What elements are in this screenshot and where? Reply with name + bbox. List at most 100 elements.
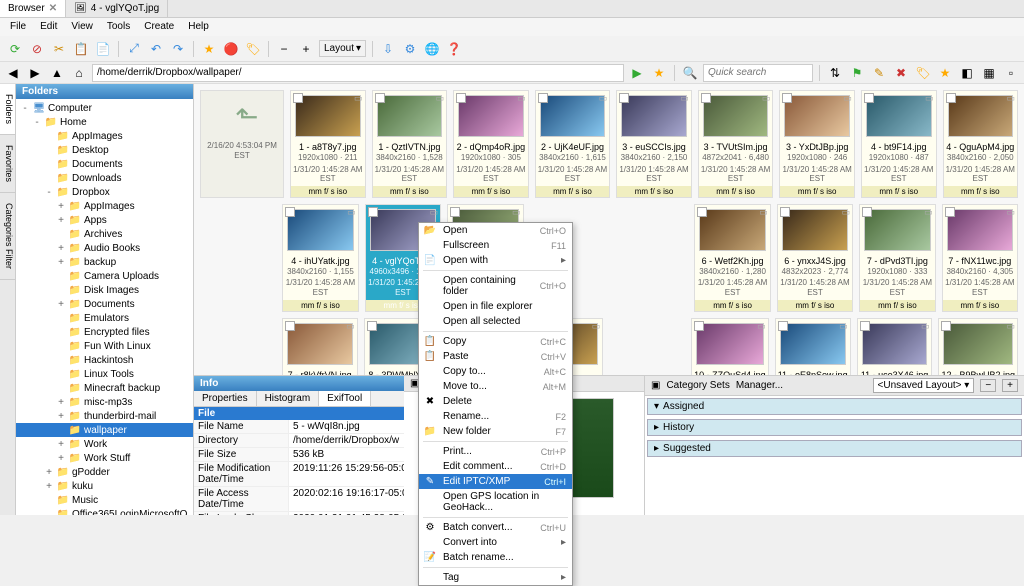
menu-view[interactable]: View bbox=[65, 20, 99, 34]
tree-item[interactable]: 📁Minecraft backup bbox=[16, 381, 193, 395]
checkbox[interactable] bbox=[694, 321, 704, 331]
context-menu-item[interactable]: 📂OpenCtrl+O bbox=[419, 223, 572, 238]
flag-icon[interactable]: ▭ bbox=[839, 321, 848, 332]
tree-item[interactable]: 📁Office365LoginMicrosoftO bbox=[16, 507, 193, 515]
tree-item[interactable]: +📁misc-mp3s bbox=[16, 395, 193, 409]
context-menu-item[interactable]: Tag▸ bbox=[419, 570, 572, 585]
thumbnail[interactable]: ▭1 - a8T8y7.jpg1920x1080 · 2111/31/20 1:… bbox=[290, 90, 366, 198]
cat-section-suggested[interactable]: ▸Suggested bbox=[647, 440, 1022, 457]
tree-item[interactable]: 📁Music bbox=[16, 493, 193, 507]
context-menu-item[interactable]: Open in file explorer bbox=[419, 299, 572, 314]
flag-icon[interactable]: ▭ bbox=[599, 93, 608, 104]
checkbox[interactable] bbox=[285, 321, 295, 331]
context-menu-item[interactable]: Open all selected bbox=[419, 314, 572, 329]
expand-icon[interactable]: + bbox=[56, 257, 66, 268]
settings-icon[interactable]: ⚙ bbox=[401, 40, 419, 58]
thumbnail[interactable]: ▭7 - dPvd3TI.jpg1920x1080 · 3331/31/20 1… bbox=[859, 204, 935, 312]
thumbnail[interactable]: ▭4 - bt9F14.jpg1920x1080 · 4871/31/20 1:… bbox=[861, 90, 937, 198]
tree-item[interactable]: +📁Work bbox=[16, 437, 193, 451]
menu-create[interactable]: Create bbox=[138, 20, 180, 34]
context-menu-item[interactable]: Convert into▸ bbox=[419, 535, 572, 550]
tab-exiftool[interactable]: ExifTool bbox=[319, 391, 371, 406]
thumbnail[interactable]: ▭2 - dQmp4oR.jpg1920x1080 · 3051/31/20 1… bbox=[453, 90, 529, 198]
thumbnail[interactable]: ▭3 - euSCCIs.jpg3840x2160 · 2,1501/31/20… bbox=[616, 90, 692, 198]
color-label-icon[interactable]: 🔴 bbox=[222, 40, 240, 58]
side-tab-categories[interactable]: Categories Filter bbox=[0, 193, 15, 280]
copy-icon[interactable]: 📋 bbox=[72, 40, 90, 58]
context-menu-item[interactable]: Open GPS location in GeoHack... bbox=[419, 489, 572, 515]
thumbsize-icon[interactable]: ▫ bbox=[1002, 64, 1020, 82]
flag-icon[interactable]: ▭ bbox=[1007, 321, 1016, 332]
sort-icon[interactable]: ⇅ bbox=[826, 64, 844, 82]
flag-icon[interactable]: ▭ bbox=[430, 207, 439, 218]
go-icon[interactable]: ▶ bbox=[628, 64, 646, 82]
checkbox[interactable] bbox=[285, 207, 295, 217]
checkbox[interactable] bbox=[864, 93, 874, 103]
tree-item[interactable]: 📁Archives bbox=[16, 227, 193, 241]
filter-icon[interactable]: ⚑ bbox=[848, 64, 866, 82]
expand-icon[interactable]: - bbox=[44, 187, 54, 198]
tree-item[interactable]: 📁Hackintosh bbox=[16, 353, 193, 367]
thumbnail[interactable]: ▭10 - ZZOuSd4.jpg3840x2160 · 1,513mm f/ … bbox=[691, 318, 769, 375]
cat-section-history[interactable]: ▸History bbox=[647, 419, 1022, 436]
tab-image[interactable]: 🖼4 - vglYQoT.jpg bbox=[66, 0, 168, 17]
home-icon[interactable]: ⌂ bbox=[70, 64, 88, 82]
flag-icon[interactable]: ▭ bbox=[680, 93, 689, 104]
checkbox[interactable] bbox=[941, 321, 951, 331]
context-menu-item[interactable]: Edit comment...Ctrl+D bbox=[419, 459, 572, 474]
thumbnail[interactable]: ▭6 - ynxxJ4S.jpg4832x2023 · 2,7741/31/20… bbox=[777, 204, 853, 312]
flag-icon[interactable]: ▭ bbox=[842, 207, 851, 218]
tree-item[interactable]: 📁Desktop bbox=[16, 143, 193, 157]
close-icon[interactable]: ✕ bbox=[49, 3, 57, 14]
checkbox[interactable] bbox=[778, 321, 788, 331]
tree-item[interactable]: 📁Camera Uploads bbox=[16, 269, 193, 283]
expand-icon[interactable]: + bbox=[56, 201, 66, 212]
checkbox[interactable] bbox=[368, 207, 378, 217]
flag-icon[interactable]: ▭ bbox=[512, 207, 521, 218]
context-menu-item[interactable]: FullscreenF11 bbox=[419, 238, 572, 253]
flag-icon[interactable]: ▭ bbox=[757, 321, 766, 332]
context-menu-item[interactable]: Open containing folderCtrl+O bbox=[419, 273, 572, 299]
filter-star-icon[interactable]: ★ bbox=[936, 64, 954, 82]
thumbnail[interactable]: ▭12 - B9BwUB2.jpg5208x2883 · 1,462mm f/ … bbox=[938, 318, 1018, 375]
tree-item[interactable]: +📁backup bbox=[16, 255, 193, 269]
flag-icon[interactable]: ▭ bbox=[921, 321, 930, 332]
context-menu-item[interactable]: Move to...Alt+M bbox=[419, 379, 572, 394]
tree-item[interactable]: 📁Encrypted files bbox=[16, 325, 193, 339]
tree-item[interactable]: +📁gPodder bbox=[16, 465, 193, 479]
tree-item[interactable]: 📁Disk Images bbox=[16, 283, 193, 297]
tree-item[interactable]: 📁wallpaper bbox=[16, 423, 193, 437]
thumbnail[interactable]: ▭7 - r8kVfrVN.jpg3840x2160 · 1,146mm f/ … bbox=[282, 318, 358, 375]
checkbox[interactable] bbox=[945, 207, 955, 217]
expand-icon[interactable]: + bbox=[56, 215, 66, 226]
search-input[interactable] bbox=[703, 64, 813, 82]
tree-item[interactable]: 📁Linux Tools bbox=[16, 367, 193, 381]
checkbox[interactable] bbox=[946, 93, 956, 103]
edit-icon[interactable]: ✎ bbox=[870, 64, 888, 82]
side-tab-favorites[interactable]: Favorites bbox=[0, 135, 15, 193]
delete-icon[interactable]: ✖ bbox=[892, 64, 910, 82]
reload-icon[interactable]: ⟳ bbox=[6, 40, 24, 58]
up-icon[interactable]: ▲ bbox=[48, 64, 66, 82]
tree-item[interactable]: +📁AppImages bbox=[16, 199, 193, 213]
expand-icon[interactable]: + bbox=[56, 397, 66, 408]
thumbnail[interactable]: ▭2 - UjK4eUF.jpg3840x2160 · 1,6151/31/20… bbox=[535, 90, 611, 198]
tree-item[interactable]: 📁AppImages bbox=[16, 129, 193, 143]
cat-toggle-icon[interactable]: ▣ bbox=[651, 380, 660, 391]
menu-edit[interactable]: Edit bbox=[34, 20, 63, 34]
flag-icon[interactable]: ▭ bbox=[1007, 93, 1016, 104]
flag-icon[interactable]: ▭ bbox=[354, 93, 363, 104]
tree-item[interactable]: -📁Home bbox=[16, 115, 193, 129]
expand-icon[interactable]: + bbox=[56, 453, 66, 464]
back-icon[interactable]: ◀ bbox=[4, 64, 22, 82]
tree-item[interactable]: 📁Downloads bbox=[16, 171, 193, 185]
stop-icon[interactable]: ⊘ bbox=[28, 40, 46, 58]
rotate-right-icon[interactable]: ↷ bbox=[169, 40, 187, 58]
context-menu-item[interactable]: 📋PasteCtrl+V bbox=[419, 349, 572, 364]
catset-manager-button[interactable]: Manager... bbox=[736, 380, 783, 391]
filter-color-icon[interactable]: ◧ bbox=[958, 64, 976, 82]
tree-item[interactable]: +📁Apps bbox=[16, 213, 193, 227]
context-menu-item[interactable]: ✎Edit IPTC/XMPCtrl+I bbox=[419, 474, 572, 489]
checkbox[interactable] bbox=[619, 93, 629, 103]
checkbox[interactable] bbox=[456, 93, 466, 103]
